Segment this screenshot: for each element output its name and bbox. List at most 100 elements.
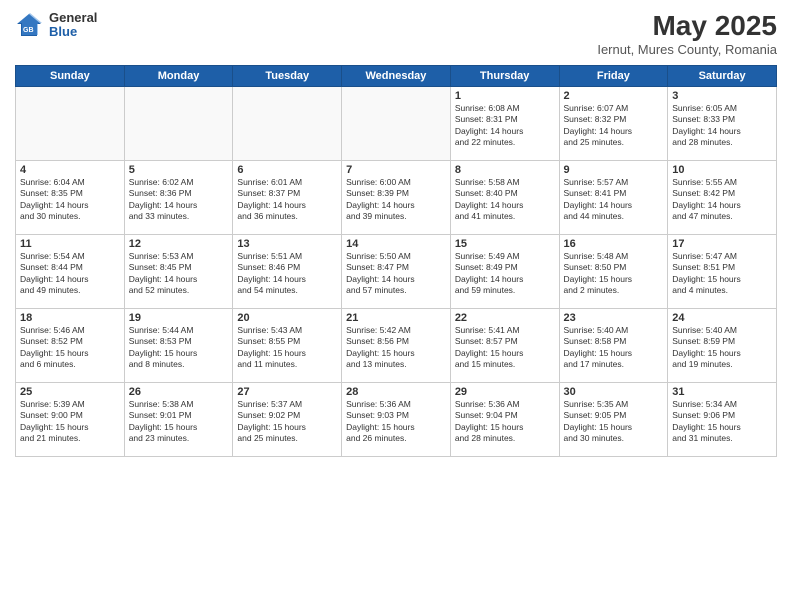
week-row-2: 4Sunrise: 6:04 AMSunset: 8:35 PMDaylight…	[16, 161, 777, 235]
day-info: Sunrise: 6:07 AMSunset: 8:32 PMDaylight:…	[564, 103, 664, 149]
week-row-1: 1Sunrise: 6:08 AMSunset: 8:31 PMDaylight…	[16, 87, 777, 161]
weekday-header-row: SundayMondayTuesdayWednesdayThursdayFrid…	[16, 66, 777, 87]
day-number: 5	[129, 164, 229, 176]
day-info: Sunrise: 5:39 AMSunset: 9:00 PMDaylight:…	[20, 399, 120, 445]
day-info: Sunrise: 5:48 AMSunset: 8:50 PMDaylight:…	[564, 251, 664, 297]
day-cell-30: 30Sunrise: 5:35 AMSunset: 9:05 PMDayligh…	[559, 383, 668, 457]
day-info: Sunrise: 5:53 AMSunset: 8:45 PMDaylight:…	[129, 251, 229, 297]
day-cell-1: 1Sunrise: 6:08 AMSunset: 8:31 PMDaylight…	[450, 87, 559, 161]
day-cell-2: 2Sunrise: 6:07 AMSunset: 8:32 PMDaylight…	[559, 87, 668, 161]
title-section: May 2025 Iernut, Mures County, Romania	[597, 10, 777, 57]
weekday-header-wednesday: Wednesday	[342, 66, 451, 87]
day-cell-15: 15Sunrise: 5:49 AMSunset: 8:49 PMDayligh…	[450, 235, 559, 309]
day-info: Sunrise: 5:36 AMSunset: 9:04 PMDaylight:…	[455, 399, 555, 445]
empty-cell	[342, 87, 451, 161]
day-info: Sunrise: 6:00 AMSunset: 8:39 PMDaylight:…	[346, 177, 446, 223]
day-number: 4	[20, 164, 120, 176]
day-number: 8	[455, 164, 555, 176]
day-number: 14	[346, 238, 446, 250]
day-cell-23: 23Sunrise: 5:40 AMSunset: 8:58 PMDayligh…	[559, 309, 668, 383]
week-row-5: 25Sunrise: 5:39 AMSunset: 9:00 PMDayligh…	[16, 383, 777, 457]
day-cell-18: 18Sunrise: 5:46 AMSunset: 8:52 PMDayligh…	[16, 309, 125, 383]
day-cell-29: 29Sunrise: 5:36 AMSunset: 9:04 PMDayligh…	[450, 383, 559, 457]
day-info: Sunrise: 5:35 AMSunset: 9:05 PMDaylight:…	[564, 399, 664, 445]
day-cell-16: 16Sunrise: 5:48 AMSunset: 8:50 PMDayligh…	[559, 235, 668, 309]
day-info: Sunrise: 5:40 AMSunset: 8:58 PMDaylight:…	[564, 325, 664, 371]
empty-cell	[16, 87, 125, 161]
day-number: 18	[20, 312, 120, 324]
day-number: 27	[237, 386, 337, 398]
day-cell-14: 14Sunrise: 5:50 AMSunset: 8:47 PMDayligh…	[342, 235, 451, 309]
day-number: 13	[237, 238, 337, 250]
day-number: 22	[455, 312, 555, 324]
day-number: 12	[129, 238, 229, 250]
day-info: Sunrise: 5:47 AMSunset: 8:51 PMDaylight:…	[672, 251, 772, 297]
day-cell-5: 5Sunrise: 6:02 AMSunset: 8:36 PMDaylight…	[124, 161, 233, 235]
day-cell-27: 27Sunrise: 5:37 AMSunset: 9:02 PMDayligh…	[233, 383, 342, 457]
day-info: Sunrise: 5:54 AMSunset: 8:44 PMDaylight:…	[20, 251, 120, 297]
day-number: 11	[20, 238, 120, 250]
day-number: 30	[564, 386, 664, 398]
empty-cell	[233, 87, 342, 161]
month-year: May 2025	[597, 10, 777, 42]
day-info: Sunrise: 6:02 AMSunset: 8:36 PMDaylight:…	[129, 177, 229, 223]
day-cell-13: 13Sunrise: 5:51 AMSunset: 8:46 PMDayligh…	[233, 235, 342, 309]
day-number: 15	[455, 238, 555, 250]
day-cell-3: 3Sunrise: 6:05 AMSunset: 8:33 PMDaylight…	[668, 87, 777, 161]
logo-text: General Blue	[49, 11, 97, 40]
day-info: Sunrise: 5:34 AMSunset: 9:06 PMDaylight:…	[672, 399, 772, 445]
day-cell-7: 7Sunrise: 6:00 AMSunset: 8:39 PMDaylight…	[342, 161, 451, 235]
day-info: Sunrise: 6:01 AMSunset: 8:37 PMDaylight:…	[237, 177, 337, 223]
day-number: 23	[564, 312, 664, 324]
day-number: 31	[672, 386, 772, 398]
header: GB General Blue May 2025 Iernut, Mures C…	[15, 10, 777, 57]
empty-cell	[124, 87, 233, 161]
day-number: 29	[455, 386, 555, 398]
day-info: Sunrise: 6:05 AMSunset: 8:33 PMDaylight:…	[672, 103, 772, 149]
day-cell-10: 10Sunrise: 5:55 AMSunset: 8:42 PMDayligh…	[668, 161, 777, 235]
logo-blue: Blue	[49, 25, 97, 39]
day-info: Sunrise: 5:44 AMSunset: 8:53 PMDaylight:…	[129, 325, 229, 371]
weekday-header-sunday: Sunday	[16, 66, 125, 87]
day-info: Sunrise: 5:57 AMSunset: 8:41 PMDaylight:…	[564, 177, 664, 223]
day-number: 19	[129, 312, 229, 324]
day-cell-9: 9Sunrise: 5:57 AMSunset: 8:41 PMDaylight…	[559, 161, 668, 235]
logo: GB General Blue	[15, 10, 97, 40]
day-number: 10	[672, 164, 772, 176]
day-info: Sunrise: 6:04 AMSunset: 8:35 PMDaylight:…	[20, 177, 120, 223]
day-cell-22: 22Sunrise: 5:41 AMSunset: 8:57 PMDayligh…	[450, 309, 559, 383]
day-info: Sunrise: 5:41 AMSunset: 8:57 PMDaylight:…	[455, 325, 555, 371]
day-number: 1	[455, 90, 555, 102]
day-number: 16	[564, 238, 664, 250]
day-cell-31: 31Sunrise: 5:34 AMSunset: 9:06 PMDayligh…	[668, 383, 777, 457]
calendar: SundayMondayTuesdayWednesdayThursdayFrid…	[15, 65, 777, 457]
day-cell-20: 20Sunrise: 5:43 AMSunset: 8:55 PMDayligh…	[233, 309, 342, 383]
day-cell-25: 25Sunrise: 5:39 AMSunset: 9:00 PMDayligh…	[16, 383, 125, 457]
svg-text:GB: GB	[23, 27, 34, 34]
week-row-3: 11Sunrise: 5:54 AMSunset: 8:44 PMDayligh…	[16, 235, 777, 309]
logo-icon: GB	[15, 10, 45, 40]
day-info: Sunrise: 5:49 AMSunset: 8:49 PMDaylight:…	[455, 251, 555, 297]
day-info: Sunrise: 5:50 AMSunset: 8:47 PMDaylight:…	[346, 251, 446, 297]
day-cell-12: 12Sunrise: 5:53 AMSunset: 8:45 PMDayligh…	[124, 235, 233, 309]
logo-general: General	[49, 11, 97, 25]
day-cell-21: 21Sunrise: 5:42 AMSunset: 8:56 PMDayligh…	[342, 309, 451, 383]
weekday-header-friday: Friday	[559, 66, 668, 87]
day-number: 6	[237, 164, 337, 176]
day-info: Sunrise: 5:55 AMSunset: 8:42 PMDaylight:…	[672, 177, 772, 223]
day-info: Sunrise: 5:37 AMSunset: 9:02 PMDaylight:…	[237, 399, 337, 445]
day-cell-4: 4Sunrise: 6:04 AMSunset: 8:35 PMDaylight…	[16, 161, 125, 235]
day-info: Sunrise: 5:40 AMSunset: 8:59 PMDaylight:…	[672, 325, 772, 371]
day-number: 2	[564, 90, 664, 102]
day-number: 25	[20, 386, 120, 398]
weekday-header-tuesday: Tuesday	[233, 66, 342, 87]
day-info: Sunrise: 5:51 AMSunset: 8:46 PMDaylight:…	[237, 251, 337, 297]
weekday-header-monday: Monday	[124, 66, 233, 87]
day-info: Sunrise: 5:46 AMSunset: 8:52 PMDaylight:…	[20, 325, 120, 371]
day-info: Sunrise: 6:08 AMSunset: 8:31 PMDaylight:…	[455, 103, 555, 149]
day-cell-26: 26Sunrise: 5:38 AMSunset: 9:01 PMDayligh…	[124, 383, 233, 457]
day-number: 7	[346, 164, 446, 176]
page: GB General Blue May 2025 Iernut, Mures C…	[0, 0, 792, 612]
day-number: 17	[672, 238, 772, 250]
day-number: 24	[672, 312, 772, 324]
